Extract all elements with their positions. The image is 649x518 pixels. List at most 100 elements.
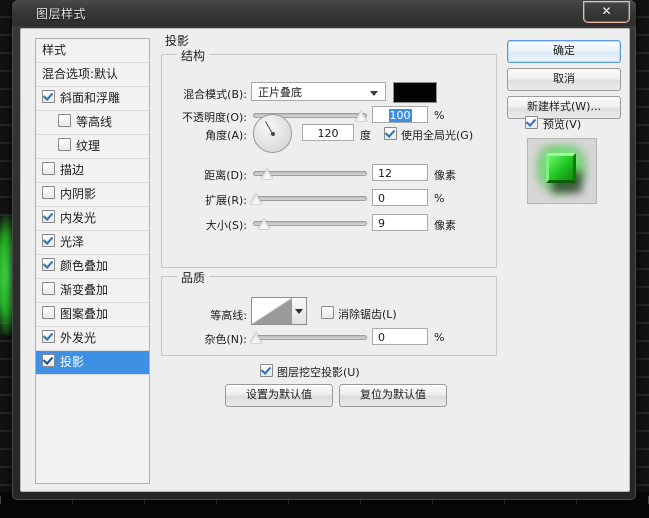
spread-slider-thumb[interactable]	[250, 193, 262, 204]
knockout-checkbox[interactable]: 图层挖空投影(U)	[260, 364, 360, 380]
noise-input[interactable]: 0	[372, 328, 428, 345]
antialias-label: 消除锯齿(L)	[338, 308, 397, 321]
sidebar-item-label: 投影	[60, 355, 85, 369]
checkbox-icon	[260, 364, 273, 377]
sidebar-item-label: 颜色叠加	[60, 259, 109, 273]
opacity-unit: %	[434, 109, 445, 122]
sidebar-item-11[interactable]: 投影	[36, 351, 149, 375]
checkbox-icon[interactable]	[42, 186, 55, 199]
checkbox-icon[interactable]	[42, 306, 55, 319]
size-input[interactable]: 9	[372, 214, 428, 231]
sidebar-item-label: 光泽	[60, 235, 85, 249]
checkbox-icon[interactable]	[42, 210, 55, 223]
opacity-value: 100	[388, 109, 412, 122]
angle-unit: 度	[360, 129, 371, 142]
sidebar-item-4[interactable]: 内阴影	[36, 183, 149, 207]
sidebar-item-2[interactable]: 纹理	[36, 135, 149, 159]
sidebar-item-blending-options[interactable]: 混合选项:默认	[36, 63, 149, 87]
size-slider-thumb[interactable]	[258, 218, 270, 229]
spread-slider-track	[253, 196, 367, 201]
sidebar-item-label: 外发光	[60, 331, 97, 345]
checkbox-icon[interactable]	[42, 90, 55, 103]
close-icon[interactable]: ✕	[583, 1, 630, 23]
distance-input[interactable]: 12	[372, 164, 428, 181]
sidebar-item-0[interactable]: 斜面和浮雕	[36, 87, 149, 111]
styles-list-header: 样式	[36, 39, 149, 63]
checkbox-icon	[525, 116, 538, 129]
checkbox-icon[interactable]	[58, 138, 71, 151]
antialias-checkbox[interactable]: 消除锯齿(L)	[321, 306, 397, 322]
spread-input[interactable]: 0	[372, 189, 428, 206]
dialog-actions-panel: 确定 取消 新建样式(W)... 预览(V)	[507, 38, 621, 482]
use-global-light-checkbox[interactable]: 使用全局光(G)	[384, 127, 473, 143]
sidebar-item-label: 纹理	[76, 139, 101, 153]
spread-unit: %	[434, 192, 445, 205]
angle-label: 角度(A):	[205, 129, 247, 142]
size-slider[interactable]	[253, 216, 367, 230]
distance-slider[interactable]	[253, 166, 367, 180]
sidebar-item-9[interactable]: 图案叠加	[36, 303, 149, 327]
sidebar-item-7[interactable]: 颜色叠加	[36, 255, 149, 279]
sidebar-item-label: 内阴影	[60, 187, 97, 201]
angle-center-dot	[270, 131, 275, 136]
blend-mode-value: 正片叠底	[258, 86, 302, 99]
styles-list-panel[interactable]: 样式 混合选项:默认 斜面和浮雕等高线纹理描边内阴影内发光光泽颜色叠加渐变叠加图…	[35, 38, 150, 484]
checkbox-icon[interactable]	[42, 354, 55, 367]
angle-dial[interactable]	[253, 114, 292, 153]
sidebar-item-label: 内发光	[60, 211, 97, 225]
sidebar-item-5[interactable]: 内发光	[36, 207, 149, 231]
contour-dropdown-icon[interactable]	[292, 297, 307, 325]
distance-value: 12	[378, 167, 392, 180]
use-global-light-label: 使用全局光(G)	[401, 129, 474, 142]
sidebar-item-3[interactable]: 描边	[36, 159, 149, 183]
spread-label: 扩展(R):	[205, 194, 247, 207]
effect-preview	[527, 138, 597, 204]
sidebar-item-label: 等高线	[76, 115, 113, 129]
sidebar-item-label: 图案叠加	[60, 307, 109, 321]
distance-label: 距离(D):	[204, 169, 247, 182]
noise-slider[interactable]	[250, 330, 367, 344]
size-slider-track	[253, 221, 367, 226]
blend-mode-label: 混合模式(B):	[183, 88, 247, 101]
cancel-button[interactable]: 取消	[507, 68, 621, 91]
sidebar-item-label: 渐变叠加	[60, 283, 109, 297]
distance-slider-thumb[interactable]	[261, 168, 273, 179]
size-value: 9	[378, 217, 385, 230]
checkbox-icon[interactable]	[42, 234, 55, 247]
set-default-button[interactable]: 设置为默认值	[225, 384, 333, 407]
sidebar-item-8[interactable]: 渐变叠加	[36, 279, 149, 303]
sidebar-item-6[interactable]: 光泽	[36, 231, 149, 255]
ok-button[interactable]: 确定	[507, 40, 621, 63]
preview-checkbox[interactable]: 预览(V)	[525, 116, 581, 132]
shadow-color-swatch[interactable]	[393, 82, 437, 103]
angle-value: 120	[317, 127, 339, 140]
spread-value: 0	[378, 192, 385, 205]
checkbox-icon[interactable]	[42, 258, 55, 271]
checkbox-icon	[321, 306, 334, 319]
size-label: 大小(S):	[205, 219, 247, 232]
dialog-body: 样式 混合选项:默认 斜面和浮雕等高线纹理描边内阴影内发光光泽颜色叠加渐变叠加图…	[20, 28, 630, 492]
sidebar-item-1[interactable]: 等高线	[36, 111, 149, 135]
checkbox-icon[interactable]	[42, 282, 55, 295]
blend-mode-select[interactable]: 正片叠底	[251, 82, 386, 101]
spread-slider[interactable]	[250, 191, 367, 205]
dialog-titlebar[interactable]: 图层样式 ✕	[12, 0, 636, 26]
noise-slider-thumb[interactable]	[250, 332, 262, 343]
checkbox-icon[interactable]	[42, 330, 55, 343]
distance-unit: 像素	[434, 169, 456, 182]
contour-swatch[interactable]	[251, 297, 293, 325]
sidebar-item-10[interactable]: 外发光	[36, 327, 149, 351]
opacity-slider-thumb[interactable]	[355, 110, 367, 121]
checkbox-icon[interactable]	[58, 114, 71, 127]
preview-beveled-square	[546, 153, 576, 183]
noise-value: 0	[378, 331, 385, 344]
size-unit: 像素	[434, 219, 456, 232]
noise-unit: %	[434, 331, 445, 344]
checkbox-icon[interactable]	[42, 162, 55, 175]
angle-input[interactable]: 120	[302, 124, 354, 141]
reset-default-button[interactable]: 复位为默认值	[339, 384, 447, 407]
noise-label: 杂色(N):	[204, 333, 247, 346]
opacity-input[interactable]: 100	[372, 106, 428, 123]
noise-slider-track	[253, 335, 367, 340]
structure-title: 结构	[177, 47, 210, 64]
